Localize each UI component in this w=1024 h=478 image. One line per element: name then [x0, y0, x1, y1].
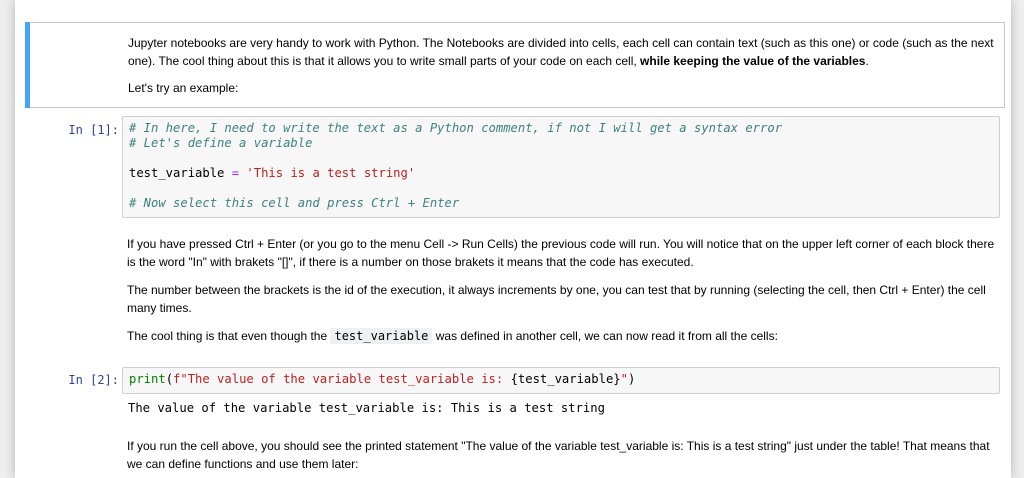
code-editor-1[interactable]: # In here, I need to write the text as a… [122, 116, 1000, 218]
markdown-cell-intro[interactable]: Jupyter notebooks are very handy to work… [25, 22, 1005, 108]
inline-code-variable: test_variable [330, 328, 433, 344]
example-paragraph: Let's try an example: [128, 81, 239, 95]
intro-bold-text: while keeping the value of the variables [640, 54, 866, 68]
code-fstring-end: " [620, 372, 628, 386]
run-explanation-paragraph: If you have pressed Ctrl + Enter (or you… [127, 237, 995, 269]
markdown-cell-explanation[interactable]: If you have pressed Ctrl + Enter (or you… [25, 228, 1005, 358]
code-fstring: f"The value of the variable test_variabl… [173, 372, 511, 386]
execution-id-paragraph: The number between the brackets is the i… [127, 283, 986, 315]
code-comment-1: # In here, I need to write the text as a… [129, 121, 783, 135]
input-prompt-1: In [1]: [68, 123, 119, 137]
code-cell-1[interactable]: In [1]: # In here, I need to write the t… [25, 116, 1005, 220]
scope-text-after: was defined in another cell, we can now … [432, 329, 778, 343]
code-paren-open: ( [165, 372, 174, 386]
code-comment-3: # Now select this cell and press Ctrl + … [129, 196, 460, 210]
code-paren-close: ) [627, 372, 636, 386]
code-interpolation: {test_variable} [510, 372, 621, 386]
cell-output-2: The value of the variable test_variable … [128, 401, 605, 415]
selection-indicator [25, 22, 30, 108]
intro-text-end: . [865, 54, 869, 68]
notebook-container: Jupyter notebooks are very handy to work… [15, 0, 1011, 478]
code-variable: test_variable [129, 166, 225, 180]
code-cell-2[interactable]: In [2]: print(f"The value of the variabl… [25, 367, 1005, 427]
code-comment-2: # Let's define a variable [129, 136, 313, 150]
scope-text-before: The cool thing is that even though the [127, 329, 331, 343]
code-operator: = [231, 166, 240, 180]
markdown-cell-functions[interactable]: If you run the cell above, you should se… [25, 432, 1005, 478]
markdown-content: Jupyter notebooks are very handy to work… [128, 34, 994, 97]
functions-paragraph: If you run the cell above, you should se… [127, 439, 990, 471]
code-editor-2[interactable]: print(f"The value of the variable test_v… [122, 367, 1000, 394]
input-prompt-2: In [2]: [68, 373, 119, 387]
code-builtin-print: print [129, 372, 166, 386]
intro-paragraph: Jupyter notebooks are very handy to work… [128, 34, 994, 70]
markdown-content-3: If you run the cell above, you should se… [127, 437, 995, 473]
markdown-content-2: If you have pressed Ctrl + Enter (or you… [127, 235, 995, 345]
variable-scope-paragraph: The cool thing is that even though the t… [127, 327, 995, 345]
code-string: 'This is a test string' [246, 166, 416, 180]
